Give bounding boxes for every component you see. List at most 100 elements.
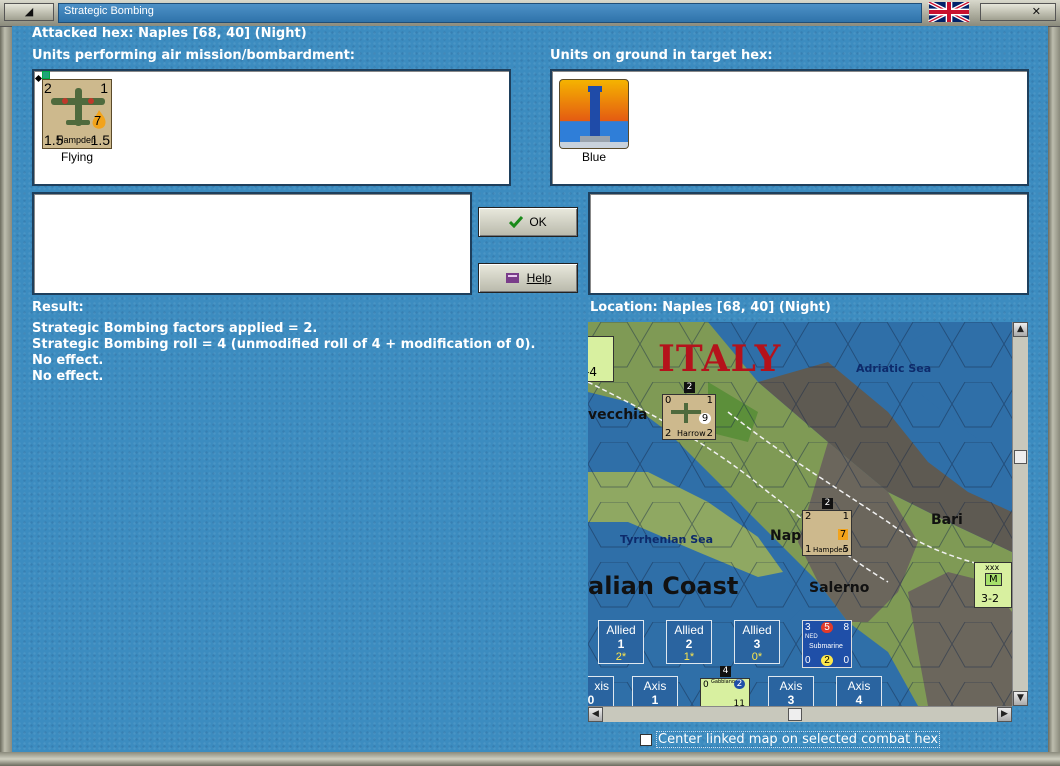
result-line: Strategic Bombing factors applied = 2.	[32, 321, 318, 336]
dialog-content: Attacked hex: Naples [68, 40] (Night) Un…	[12, 26, 1048, 752]
counter-badge: 2	[734, 679, 745, 689]
allied-box[interactable]: Allied 1 2*	[598, 620, 644, 664]
allied-box-number: 2	[685, 637, 693, 651]
attacker-results-panel	[32, 192, 472, 295]
help-book-icon	[505, 273, 519, 283]
unit-top-left: 2	[44, 80, 52, 96]
submarine-counter[interactable]: 3 5 8 NED Submarine 0 2 0	[802, 620, 852, 668]
lighthouse-icon	[560, 86, 628, 148]
counter-name: M	[985, 573, 1002, 586]
gabbiano-counter[interactable]: 0 Gabbiano 2 11	[700, 678, 750, 706]
air-units-label: Units performing air mission/bombardment…	[32, 48, 356, 63]
checkmark-icon	[509, 216, 524, 228]
result-line: Strategic Bombing roll = 4 (unmodified r…	[32, 337, 536, 352]
stack-indicator-icon	[42, 71, 50, 79]
scroll-left-arrow-icon[interactable]: ◀	[588, 707, 603, 722]
attacked-hex-label: Attacked hex: Naples [68, 40] (Night)	[32, 26, 307, 41]
counter-value: 0	[703, 680, 709, 690]
counter-value: 0	[805, 655, 811, 666]
city-label: Bari	[931, 512, 963, 528]
axis-box-title: Axis	[847, 679, 871, 693]
location-map[interactable]: ITALY alian Coast Adriatic Sea Tyrrhenia…	[588, 322, 1012, 706]
title-field	[58, 3, 922, 23]
city-label: vecchia	[588, 407, 648, 423]
city-label: Salerno	[809, 580, 870, 596]
allied-box-number: 1	[617, 637, 625, 651]
minimize-icon: ◢	[24, 5, 34, 18]
harrow-counter[interactable]: 0 1 2 2 Harrow 9	[662, 394, 716, 440]
allied-box-sub: 1*	[683, 651, 695, 663]
counter-value: 8	[843, 622, 849, 633]
location-label: Location: Naples [68, 40] (Night)	[590, 300, 831, 315]
allied-box-title: Allied	[674, 623, 704, 637]
minimize-button[interactable]: ◢	[4, 3, 54, 21]
center-map-checkbox[interactable]	[640, 734, 652, 746]
counter-name: Harrow	[677, 429, 706, 438]
army-counter[interactable]: xxx M 3-2	[974, 562, 1012, 608]
axis-box[interactable]: Axis 1	[632, 676, 678, 706]
ground-units-panel[interactable]: Blue	[550, 69, 1029, 186]
counter-value: 3	[805, 622, 811, 633]
selected-marker-icon	[34, 74, 43, 83]
counter-top: xxx	[985, 563, 1000, 572]
axis-box-title: xis	[594, 679, 609, 693]
axis-box-number: 0	[588, 693, 595, 706]
unit-status: Blue	[581, 150, 607, 164]
counter-name: Gabbiano	[711, 679, 735, 685]
allied-box-sub: 2*	[615, 651, 627, 663]
close-button[interactable]: ✕	[980, 3, 1056, 21]
scroll-down-arrow-icon[interactable]: ▼	[1013, 691, 1028, 706]
corps-counter[interactable]: -4	[588, 336, 614, 382]
vertical-scroll-thumb[interactable]	[1014, 450, 1027, 464]
scroll-right-arrow-icon[interactable]: ▶	[997, 707, 1012, 722]
ok-button[interactable]: OK	[478, 207, 578, 237]
result-line: No effect.	[32, 369, 104, 384]
allied-box-sub: 0*	[751, 651, 763, 663]
counter-badge: 7	[838, 529, 848, 540]
axis-box-number: 4	[855, 693, 863, 706]
city-label: Napl	[770, 528, 806, 544]
air-units-panel[interactable]: 7 2 1 1.5 1.5 Hampden Flying	[32, 69, 511, 186]
counter-value: 0	[843, 655, 849, 666]
close-icon: ✕	[1031, 5, 1041, 18]
sea-label: Adriatic Sea	[856, 362, 932, 375]
hampden-map-counter[interactable]: 2 1 1 5 Hampden 7	[802, 510, 852, 556]
stack-count: 2	[684, 382, 695, 393]
bomber-aircraft-icon	[671, 403, 701, 423]
horizontal-scroll-thumb[interactable]	[788, 708, 802, 721]
unit-badge: 7	[94, 113, 102, 128]
uk-flag-icon	[926, 0, 972, 24]
defender-results-panel	[588, 192, 1029, 295]
map-horizontal-scrollbar[interactable]: ◀ ▶	[588, 706, 1012, 722]
counter-value: 3-2	[981, 592, 999, 605]
window-frame-left	[0, 0, 12, 766]
hampden-counter[interactable]: 7 2 1 1.5 1.5 Hampden	[42, 79, 112, 149]
axis-box-title: Axis	[643, 679, 667, 693]
help-button[interactable]: Help	[478, 263, 578, 293]
axis-box[interactable]: Axis 4	[836, 676, 882, 706]
unit-name: Hampden	[57, 135, 97, 145]
counter-value: 2	[805, 511, 812, 522]
map-vertical-scrollbar[interactable]: ▲ ▼	[1012, 322, 1028, 706]
axis-box[interactable]: Axis 3	[768, 676, 814, 706]
allied-box-title: Allied	[606, 623, 636, 637]
window-title: Strategic Bombing	[64, 5, 154, 17]
axis-box[interactable]: xis 0	[588, 676, 614, 706]
center-map-checkbox-label[interactable]: Center linked map on selected combat hex	[656, 731, 941, 748]
window-frame-bottom	[0, 752, 1060, 766]
scroll-up-arrow-icon[interactable]: ▲	[1013, 322, 1028, 337]
title-bar: ◢ Strategic Bombing ✕	[0, 0, 1060, 27]
allied-box[interactable]: Allied 2 1*	[666, 620, 712, 664]
result-label: Result:	[32, 300, 84, 315]
lighthouse-counter[interactable]	[559, 79, 629, 149]
counter-value: 1	[706, 395, 713, 406]
axis-box-number: 1	[651, 693, 659, 706]
allied-box[interactable]: Allied 3 0*	[734, 620, 780, 664]
sea-label: Tyrrhenian Sea	[620, 533, 714, 546]
counter-value: 2	[665, 428, 672, 439]
counter-value: 11	[733, 699, 745, 706]
counter-value: -4	[588, 365, 597, 379]
counter-name: Submarine	[809, 643, 843, 650]
allied-box-number: 3	[753, 637, 761, 651]
counter-value: 1	[805, 544, 812, 555]
